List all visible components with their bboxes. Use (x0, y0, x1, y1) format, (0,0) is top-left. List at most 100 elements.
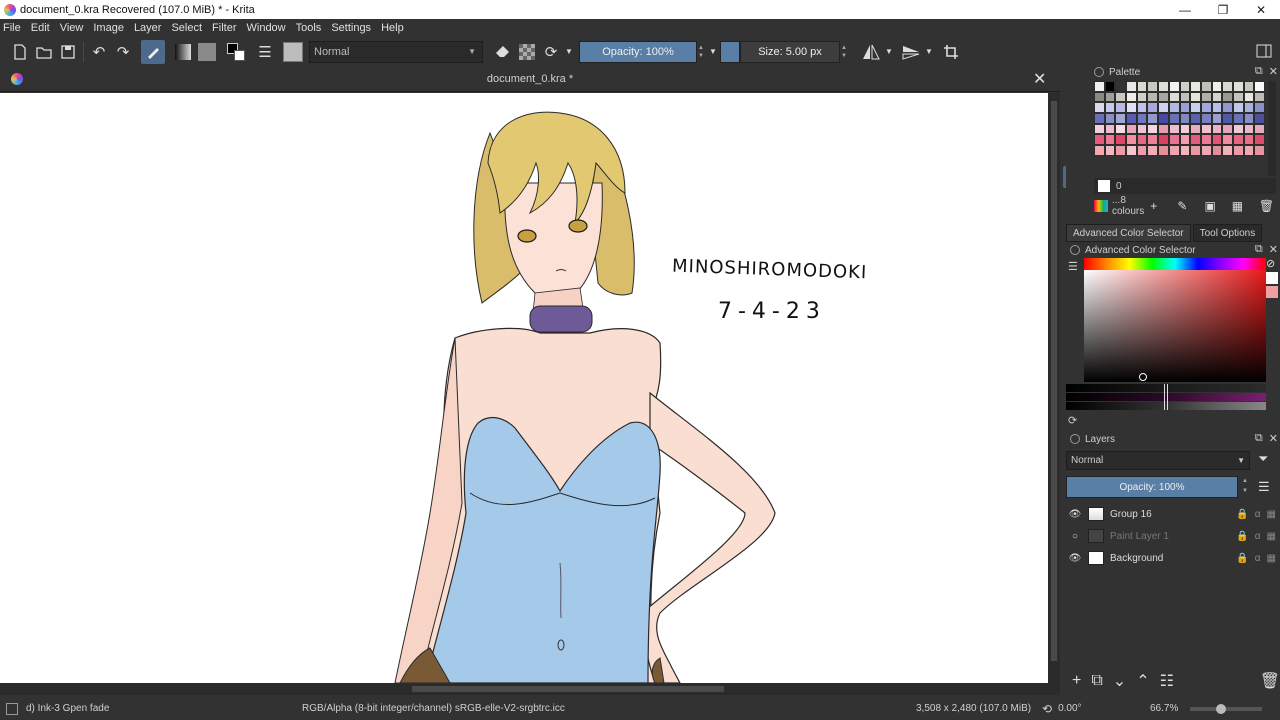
palette-swatch[interactable] (1190, 102, 1201, 114)
move-layer-down-icon[interactable]: ⌄ (1113, 671, 1126, 691)
palette-swatch[interactable] (1094, 123, 1105, 135)
palette-swatch[interactable] (1232, 102, 1244, 114)
menu-view[interactable]: View (60, 22, 84, 34)
docker-lock-icon[interactable] (1070, 434, 1080, 444)
float-docker-icon[interactable]: ⧉ (1255, 432, 1263, 445)
chevron-down-icon[interactable]: ▼ (563, 40, 575, 64)
palette-swatch[interactable] (1115, 102, 1127, 114)
undo-icon[interactable]: ↶ (87, 40, 111, 64)
palette-swatch[interactable] (1115, 113, 1127, 124)
palette-swatch[interactable] (1168, 81, 1180, 92)
palette-swatch[interactable] (1232, 145, 1244, 156)
minimize-button[interactable]: — (1166, 0, 1204, 19)
palette-swatch[interactable] (1126, 134, 1137, 146)
foreground-background-color-icon[interactable] (225, 40, 249, 64)
palette-swatch[interactable] (1094, 102, 1105, 114)
palette-swatch[interactable] (1126, 81, 1137, 92)
palette-swatch[interactable] (1168, 113, 1180, 124)
brush-preset-icon[interactable] (6, 702, 18, 715)
palette-swatch[interactable] (1115, 134, 1127, 146)
lock-icon[interactable]: 🔒 (1236, 509, 1248, 520)
palette-swatch[interactable] (1211, 123, 1223, 135)
palette-swatch[interactable] (1190, 134, 1201, 146)
gradient-icon[interactable] (171, 40, 195, 64)
palette-swatch[interactable] (1104, 81, 1116, 92)
hue-slider[interactable] (1084, 258, 1266, 270)
palette-swatch[interactable] (1200, 102, 1212, 114)
palette-swatch[interactable] (1222, 113, 1233, 124)
palette-swatch[interactable] (1094, 81, 1105, 92)
menu-edit[interactable]: Edit (31, 22, 50, 34)
layer-blend-mode-select[interactable]: Normal ▼ (1066, 451, 1250, 470)
menu-select[interactable]: Select (171, 22, 202, 34)
chevron-down-icon[interactable]: ▼ (923, 40, 935, 64)
alpha-icon[interactable]: α (1255, 531, 1261, 542)
palette-swatch[interactable] (1243, 102, 1255, 114)
palette-swatch[interactable] (1190, 91, 1201, 103)
close-document-icon[interactable]: ✕ (1033, 69, 1046, 89)
palette-swatch[interactable] (1126, 91, 1137, 103)
palette-swatch[interactable] (1200, 91, 1212, 103)
palette-swatch[interactable] (1254, 81, 1265, 92)
open-document-icon[interactable] (32, 40, 56, 64)
reload-preset-icon[interactable]: ⟳ (539, 40, 563, 64)
palette-swatch[interactable] (1200, 134, 1212, 146)
palette-swatch[interactable] (1222, 134, 1233, 146)
lock-icon[interactable]: 🔒 (1236, 531, 1248, 542)
lock-icon[interactable]: 🔒 (1236, 553, 1248, 564)
menu-tools[interactable]: Tools (296, 22, 322, 34)
palette-swatch[interactable] (1200, 123, 1212, 135)
palette-swatch[interactable] (1200, 113, 1212, 124)
palette-swatch[interactable] (1126, 113, 1137, 124)
palette-swatch[interactable] (1104, 134, 1116, 146)
docker-lock-icon[interactable] (1094, 67, 1104, 77)
palette-swatch[interactable] (1243, 91, 1255, 103)
palette-swatch[interactable] (1147, 123, 1159, 135)
palette-swatch[interactable] (1232, 91, 1244, 103)
size-slider[interactable]: Size: 5.00 px (740, 40, 840, 63)
crop-wrap-icon[interactable] (939, 40, 963, 64)
menu-window[interactable]: Window (247, 22, 286, 34)
add-color-icon[interactable]: + (1150, 199, 1171, 213)
palette-current-color[interactable]: 0 (1094, 178, 1276, 194)
duplicate-layer-icon[interactable]: ⧉ (1091, 672, 1102, 690)
palette-swatch[interactable] (1211, 145, 1223, 156)
palette-swatch[interactable] (1104, 123, 1116, 135)
palette-swatch[interactable] (1211, 81, 1223, 92)
fill-settings-icon[interactable]: ☰ (253, 40, 277, 64)
palette-swatch[interactable] (1094, 91, 1105, 103)
palette-swatch[interactable] (1211, 91, 1223, 103)
palette-swatch[interactable] (1126, 145, 1137, 156)
palette-swatch[interactable] (1179, 102, 1191, 114)
menu-image[interactable]: Image (93, 22, 124, 34)
palette-swatch[interactable] (1147, 113, 1159, 124)
chevron-down-icon[interactable]: ▼ (706, 40, 720, 64)
alpha-lock-icon[interactable] (515, 40, 539, 64)
palette-swatch[interactable] (1243, 134, 1255, 146)
add-layer-icon[interactable]: + (1072, 672, 1081, 690)
palette-swatch[interactable] (1222, 102, 1233, 114)
new-document-icon[interactable] (8, 40, 32, 64)
visibility-eye-icon[interactable]: 👁 (1066, 509, 1084, 520)
scrollbar-thumb[interactable] (412, 686, 724, 692)
float-docker-icon[interactable]: ⧉ (1255, 243, 1263, 256)
palette-swatch[interactable] (1104, 113, 1116, 124)
opacity-spinner[interactable]: ▲ ▼ (698, 41, 706, 63)
palette-swatch[interactable] (1158, 102, 1169, 114)
workspace-switcher-icon[interactable] (1252, 39, 1276, 63)
layer-properties-icon[interactable]: ☷ (1160, 671, 1174, 691)
palette-swatch[interactable] (1136, 113, 1148, 124)
palette-swatch[interactable] (1179, 91, 1191, 103)
palette-swatch[interactable] (1232, 123, 1244, 135)
palette-swatch[interactable] (1104, 102, 1116, 114)
palette-swatch[interactable] (1136, 81, 1148, 92)
palette-swatch[interactable] (1136, 91, 1148, 103)
size-spinner[interactable]: ▲ ▼ (841, 41, 849, 63)
palette-swatch[interactable] (1147, 102, 1159, 114)
palette-swatch[interactable] (1243, 123, 1255, 135)
palette-swatch[interactable] (1158, 81, 1169, 92)
brush-preset-icon[interactable] (281, 40, 305, 64)
palette-swatch[interactable] (1179, 134, 1191, 146)
palette-swatch[interactable] (1232, 113, 1244, 124)
palette-swatch[interactable] (1136, 134, 1148, 146)
